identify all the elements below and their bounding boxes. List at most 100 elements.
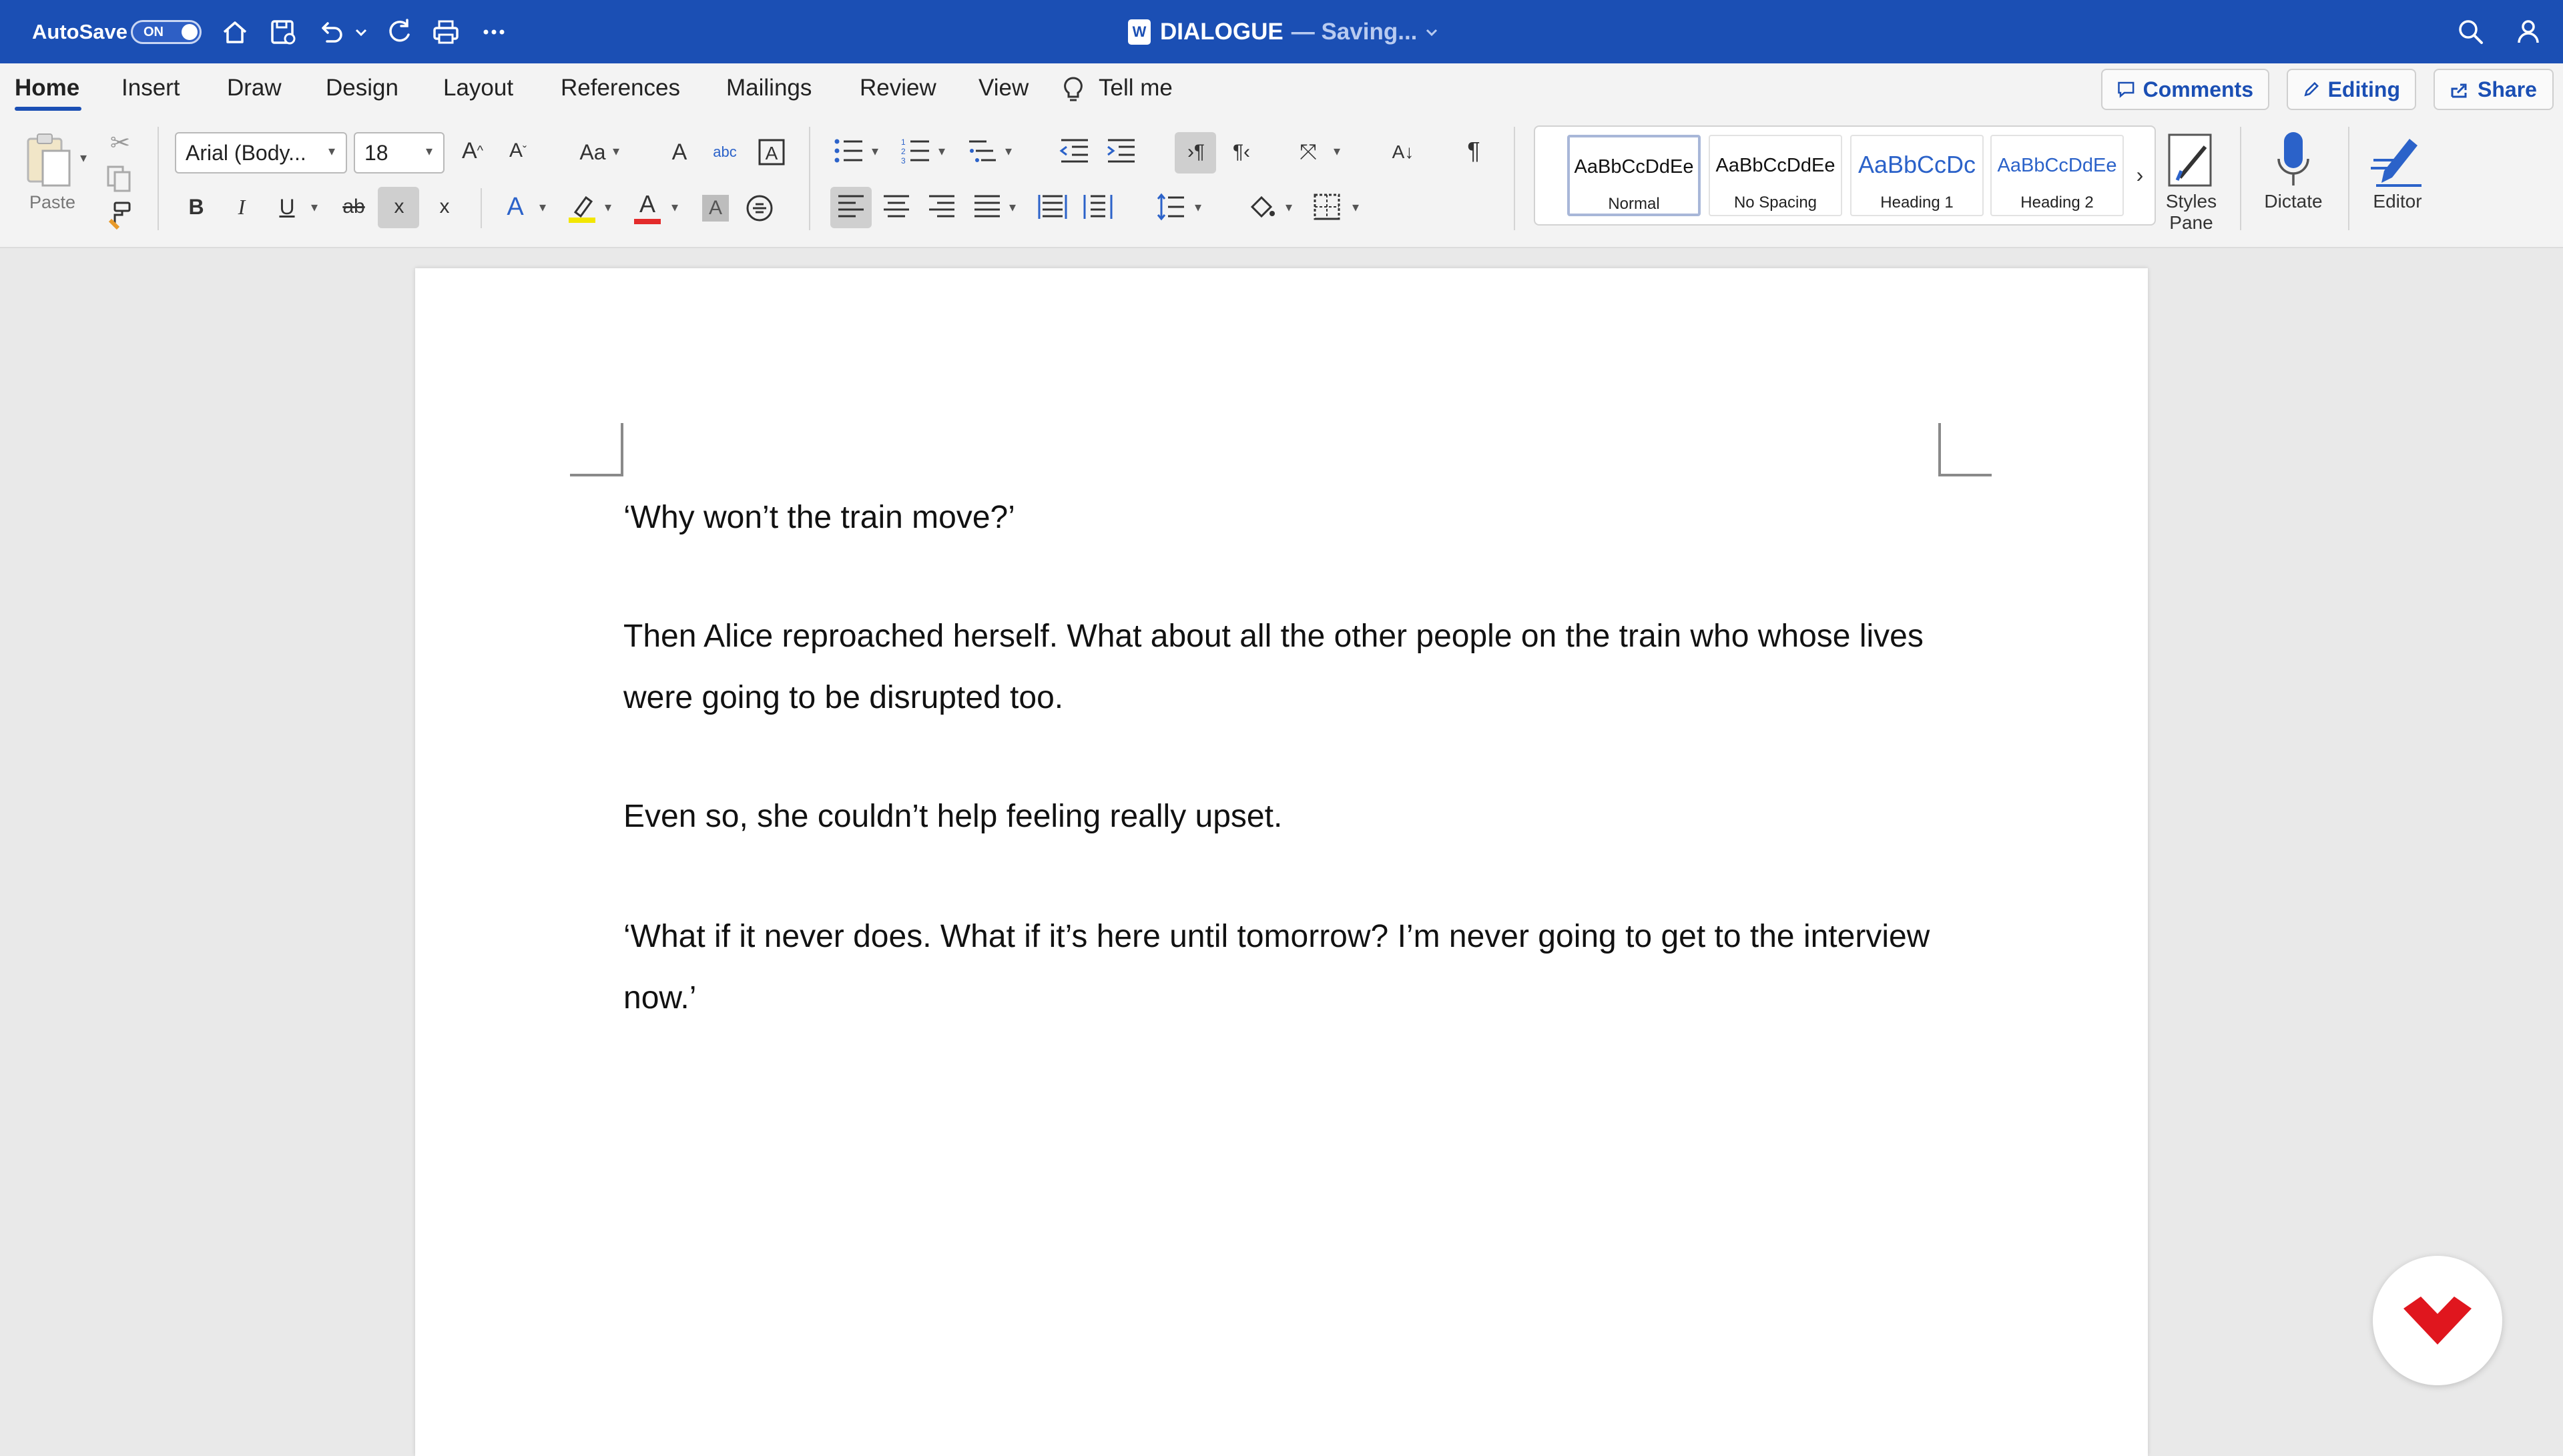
column-width-icon[interactable] (1083, 192, 1113, 222)
document-title[interactable]: W DIALOGUE — Saving... (1128, 0, 1440, 63)
change-case-dropdown-icon[interactable]: ▾ (613, 143, 619, 159)
tab-layout[interactable]: Layout (443, 63, 513, 117)
tab-design[interactable]: Design (326, 63, 398, 117)
style-normal[interactable]: AaBbCcDdEe Normal (1567, 135, 1701, 216)
decrease-indent-icon[interactable] (1059, 136, 1091, 165)
font-color-button[interactable]: A (631, 188, 663, 220)
bullets-dropdown-icon[interactable]: ▾ (872, 143, 878, 159)
strikethrough-button[interactable]: ab (338, 191, 370, 223)
print-icon[interactable] (431, 17, 461, 47)
floating-assistant-button[interactable] (2373, 1256, 2502, 1385)
shading-icon[interactable] (1247, 192, 1277, 222)
asian-layout-dropdown-icon[interactable]: ▾ (1334, 143, 1340, 159)
more-options-icon[interactable] (479, 17, 509, 47)
paste-dropdown-icon[interactable]: ▾ (80, 149, 87, 166)
sort-icon[interactable]: A↓ (1387, 136, 1419, 168)
save-icon[interactable] (268, 17, 298, 47)
undo-icon[interactable] (316, 17, 346, 47)
bold-button[interactable]: B (180, 191, 212, 223)
change-case-icon[interactable]: Aa (573, 136, 613, 168)
redo-icon[interactable] (384, 17, 414, 47)
left-to-right-icon[interactable]: ›¶ (1180, 136, 1212, 168)
underline-dropdown-icon[interactable]: ▾ (311, 199, 318, 216)
styles-pane-icon[interactable] (2165, 131, 2219, 191)
copy-icon[interactable] (104, 164, 133, 194)
enclose-characters-icon[interactable] (745, 194, 774, 223)
paste-icon[interactable] (24, 131, 77, 191)
font-size-dropdown-icon[interactable]: ▾ (426, 143, 433, 159)
paragraph[interactable]: Then Alice reproached herself. What abou… (623, 606, 1958, 729)
tab-insert[interactable]: Insert (121, 63, 180, 117)
format-painter-icon[interactable] (104, 200, 133, 230)
justify-dropdown-icon[interactable]: ▾ (1009, 199, 1016, 216)
account-icon[interactable] (2514, 17, 2543, 47)
font-color-dropdown-icon[interactable]: ▾ (671, 199, 678, 216)
borders-icon[interactable] (1312, 192, 1343, 222)
style-heading-1[interactable]: AaBbCcDc Heading 1 (1850, 135, 1984, 216)
tab-mailings[interactable]: Mailings (726, 63, 812, 117)
style-heading-2[interactable]: AaBbCcDdEe Heading 2 (1990, 135, 2124, 216)
document-page[interactable]: ‘Why won’t the train move?’ Then Alice r… (415, 268, 2148, 1456)
ribbon-divider (1514, 127, 1515, 230)
style-name: Heading 2 (2020, 194, 2094, 212)
tell-me-search[interactable]: Tell me (1099, 63, 1173, 117)
distributed-icon[interactable] (1037, 192, 1068, 222)
multilevel-dropdown-icon[interactable]: ▾ (1005, 143, 1012, 159)
style-no-spacing[interactable]: AaBbCcDdEe No Spacing (1709, 135, 1842, 216)
right-to-left-icon[interactable]: ¶‹ (1225, 136, 1257, 168)
asian-layout-icon[interactable]: ⤧ (1292, 136, 1324, 168)
tab-references[interactable]: References (561, 63, 680, 117)
highlighter-dropdown-icon[interactable]: ▾ (605, 199, 611, 216)
borders-dropdown-icon[interactable]: ▾ (1352, 199, 1359, 216)
chevron-right-icon[interactable]: › (2126, 159, 2153, 191)
align-right-icon[interactable] (926, 192, 957, 222)
numbering-dropdown-icon[interactable]: ▾ (938, 143, 945, 159)
paragraph[interactable]: ‘Why won’t the train move?’ (623, 487, 1958, 549)
spelling-icon[interactable]: abc (709, 136, 741, 168)
text-effects-dropdown-icon[interactable]: ▾ (539, 199, 546, 216)
text-effects-button[interactable]: A (499, 191, 531, 223)
italic-button[interactable]: I (226, 191, 258, 223)
text-box-icon[interactable]: A (757, 137, 786, 167)
cut-icon[interactable]: ✂ (104, 127, 136, 159)
highlighter-icon[interactable] (566, 192, 598, 224)
justify-icon[interactable] (972, 192, 1003, 222)
home-icon[interactable] (220, 17, 250, 47)
editor-icon[interactable] (2368, 129, 2427, 190)
shading-dropdown-icon[interactable]: ▾ (1286, 199, 1292, 216)
microphone-icon[interactable] (2272, 129, 2315, 190)
style-sample: AaBbCcDdEe (1997, 155, 2117, 176)
undo-dropdown-icon[interactable] (351, 17, 371, 47)
comments-button[interactable]: Comments (2101, 69, 2269, 110)
bullets-icon[interactable] (833, 136, 865, 165)
share-button[interactable]: Share (2434, 69, 2554, 110)
clear-formatting-icon[interactable]: A (663, 136, 695, 168)
character-shading-button[interactable]: A (699, 192, 732, 224)
multilevel-list-icon[interactable] (966, 136, 999, 165)
superscript-button[interactable]: x (429, 191, 461, 223)
paragraph[interactable]: Even so, she couldn’t help feeling reall… (623, 786, 1958, 847)
show-formatting-marks-icon[interactable]: ¶ (1458, 135, 1490, 167)
search-icon[interactable] (2456, 17, 2486, 47)
font-color-swatch (634, 219, 661, 224)
shrink-font-icon[interactable]: Aˇ (502, 135, 534, 167)
paragraph[interactable]: ‘What if it never does. What if it’s her… (623, 906, 1958, 1029)
subscript-button[interactable]: x (383, 191, 415, 223)
font-name-dropdown-icon[interactable]: ▾ (328, 143, 335, 159)
pencil-icon (2304, 81, 2319, 97)
style-sample: AaBbCcDdEe (1715, 155, 1835, 176)
tab-draw[interactable]: Draw (227, 63, 282, 117)
numbering-icon[interactable]: 123 (900, 136, 932, 165)
increase-indent-icon[interactable] (1105, 136, 1137, 165)
autosave-toggle[interactable]: ON (131, 20, 202, 44)
align-center-icon[interactable] (881, 192, 912, 222)
underline-button[interactable]: U (271, 191, 303, 223)
grow-font-icon[interactable]: A ^ (457, 135, 489, 167)
tab-review[interactable]: Review (860, 63, 936, 117)
align-left-icon[interactable] (836, 192, 866, 222)
editing-mode-button[interactable]: Editing (2287, 69, 2416, 110)
line-spacing-icon[interactable] (1156, 192, 1187, 222)
tab-view[interactable]: View (978, 63, 1029, 117)
font-name-select[interactable]: Arial (Body... (175, 132, 347, 173)
line-spacing-dropdown-icon[interactable]: ▾ (1195, 199, 1201, 216)
